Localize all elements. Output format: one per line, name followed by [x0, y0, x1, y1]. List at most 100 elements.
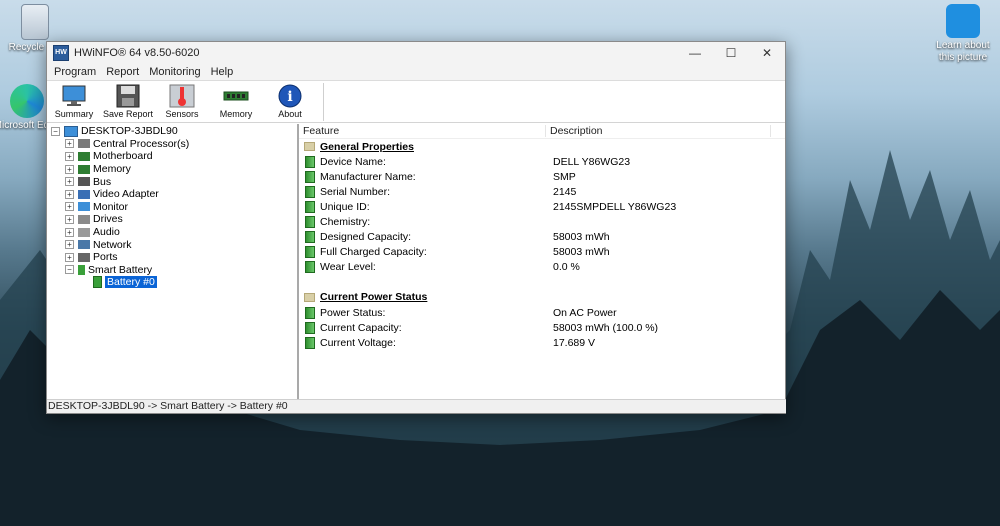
column-feature[interactable]: Feature — [299, 125, 545, 137]
tree-item-bus[interactable]: + Bus — [47, 175, 297, 188]
property-label: Current Capacity: — [320, 321, 402, 334]
summary-button[interactable]: Summary — [47, 81, 101, 119]
expand-icon[interactable]: + — [65, 227, 74, 237]
sensors-button[interactable]: Sensors — [155, 81, 209, 119]
property-row[interactable]: Designed Capacity: 58003 mWh — [299, 230, 785, 245]
property-value: On AC Power — [553, 306, 617, 319]
expand-icon[interactable]: + — [65, 240, 74, 250]
property-row[interactable]: Device Name: DELL Y86WG23 — [299, 154, 785, 169]
tree-item-label: Central Processor(s) — [93, 137, 190, 150]
section-general-title: General Properties — [320, 140, 414, 153]
device-tree[interactable]: − DESKTOP-3JBDL90 + Central Processor(s) +… — [47, 124, 299, 400]
window-title: HWiNFO® 64 v8.50-6020 — [74, 47, 200, 59]
expand-icon[interactable]: + — [65, 177, 74, 187]
memory-module-icon — [223, 84, 249, 108]
property-row[interactable]: Current Capacity: 58003 mWh (100.0 %) — [299, 320, 785, 335]
tree-item-video-adapter[interactable]: + Video Adapter — [47, 188, 297, 201]
property-value: DELL Y86WG23 — [553, 155, 631, 168]
property-label: Current Voltage: — [320, 336, 396, 349]
tree-item-monitor[interactable]: + Monitor — [47, 201, 297, 214]
svg-text:i: i — [287, 89, 292, 105]
property-row[interactable]: Serial Number: 2145 — [299, 184, 785, 199]
title-bar[interactable]: HW HWiNFO® 64 v8.50-6020 — ☐ ✕ — [47, 42, 785, 64]
tree-item-label: Ports — [93, 251, 118, 264]
tree-item-label: Memory — [93, 163, 131, 176]
menu-bar: Program Report Monitoring Help — [47, 64, 785, 81]
summary-label: Summary — [54, 109, 94, 119]
tree-root[interactable]: − DESKTOP-3JBDL90 — [47, 125, 297, 138]
property-row[interactable]: Full Charged Capacity: 58003 mWh — [299, 245, 785, 260]
memory-button[interactable]: Memory — [209, 81, 263, 119]
tree-item-label: Monitor — [93, 200, 129, 213]
toolbar: Summary Save Report Sensors Memory i Abo… — [47, 81, 785, 123]
edge-glyph — [10, 84, 44, 118]
drives-icon — [78, 214, 90, 224]
tree-item-audio[interactable]: + Audio — [47, 226, 297, 239]
property-label: Full Charged Capacity: — [320, 246, 427, 259]
tree-item-label: Drives — [93, 213, 123, 226]
tree-item-label: Audio — [93, 226, 120, 239]
section-icon — [304, 292, 315, 302]
battery-icon — [305, 246, 315, 259]
property-row[interactable]: Unique ID: 2145SMPDELL Y86WG23 — [299, 199, 785, 214]
column-description[interactable]: Description — [545, 125, 771, 137]
section-power-title: Current Power Status — [320, 291, 428, 304]
save-report-button[interactable]: Save Report — [101, 81, 155, 119]
property-value: 17.689 V — [553, 336, 596, 349]
property-label: Wear Level: — [320, 261, 376, 274]
tree-item-ports[interactable]: + Ports — [47, 251, 297, 264]
tree-item-drives[interactable]: + Drives — [47, 213, 297, 226]
tree-item-motherboard[interactable]: + Motherboard — [47, 150, 297, 163]
ports-icon — [78, 252, 90, 262]
close-button[interactable]: ✕ — [749, 42, 785, 64]
network-icon — [78, 240, 90, 250]
collapse-icon[interactable]: − — [65, 265, 74, 275]
learn-about-picture-icon[interactable]: Learn about this picture — [928, 4, 998, 64]
menu-monitoring[interactable]: Monitoring — [144, 66, 205, 78]
property-row[interactable]: Manufacturer Name: SMP — [299, 169, 785, 184]
menu-program[interactable]: Program — [49, 66, 101, 78]
property-value: 58003 mWh — [553, 246, 610, 259]
property-label: Manufacturer Name: — [320, 170, 416, 183]
battery-icon — [93, 276, 102, 289]
battery-icon — [305, 231, 315, 244]
tree-item-battery[interactable]: − Smart Battery — [47, 264, 297, 277]
tree-item-battery-0-label: Battery #0 — [105, 276, 157, 289]
expand-icon[interactable]: + — [65, 202, 74, 212]
about-button[interactable]: i About — [263, 81, 317, 119]
expand-icon[interactable]: + — [65, 189, 74, 199]
collapse-icon[interactable]: − — [51, 126, 60, 136]
bus-icon — [78, 177, 90, 187]
property-value: 2145 — [553, 185, 577, 198]
tree-item-label: Video Adapter — [93, 188, 159, 201]
toolbar-separator — [323, 83, 324, 121]
expand-icon[interactable]: + — [65, 151, 74, 161]
expand-icon[interactable]: + — [65, 139, 74, 149]
tree-item-network[interactable]: + Network — [47, 238, 297, 251]
maximize-button[interactable]: ☐ — [713, 42, 749, 64]
info-icon: i — [277, 84, 303, 108]
tree-item-battery-0[interactable]: Battery #0 — [47, 276, 297, 289]
menu-report[interactable]: Report — [101, 66, 144, 78]
tree-item-cpu[interactable]: + Central Processor(s) — [47, 138, 297, 151]
battery-icon — [78, 264, 85, 275]
minimize-button[interactable]: — — [677, 42, 713, 64]
battery-icon — [305, 321, 315, 334]
battery-icon — [305, 155, 315, 168]
battery-icon — [305, 170, 315, 183]
monitor-icon — [78, 202, 90, 212]
hwinfo-window: HW HWiNFO® 64 v8.50-6020 — ☐ ✕ Program R… — [46, 41, 786, 414]
tree-item-memory[interactable]: + Memory — [47, 163, 297, 176]
property-label: Unique ID: — [320, 200, 370, 213]
menu-help[interactable]: Help — [206, 66, 239, 78]
property-row[interactable]: Chemistry: — [299, 214, 785, 229]
property-row[interactable]: Current Voltage: 17.689 V — [299, 335, 785, 350]
sensors-label: Sensors — [165, 109, 199, 119]
expand-icon[interactable]: + — [65, 252, 74, 262]
battery-icon — [305, 261, 315, 274]
expand-icon[interactable]: + — [65, 164, 74, 174]
property-value: 0.0 % — [553, 261, 580, 274]
expand-icon[interactable]: + — [65, 214, 74, 224]
property-row[interactable]: Wear Level: 0.0 % — [299, 260, 785, 275]
property-row[interactable]: Power Status: On AC Power — [299, 305, 785, 320]
